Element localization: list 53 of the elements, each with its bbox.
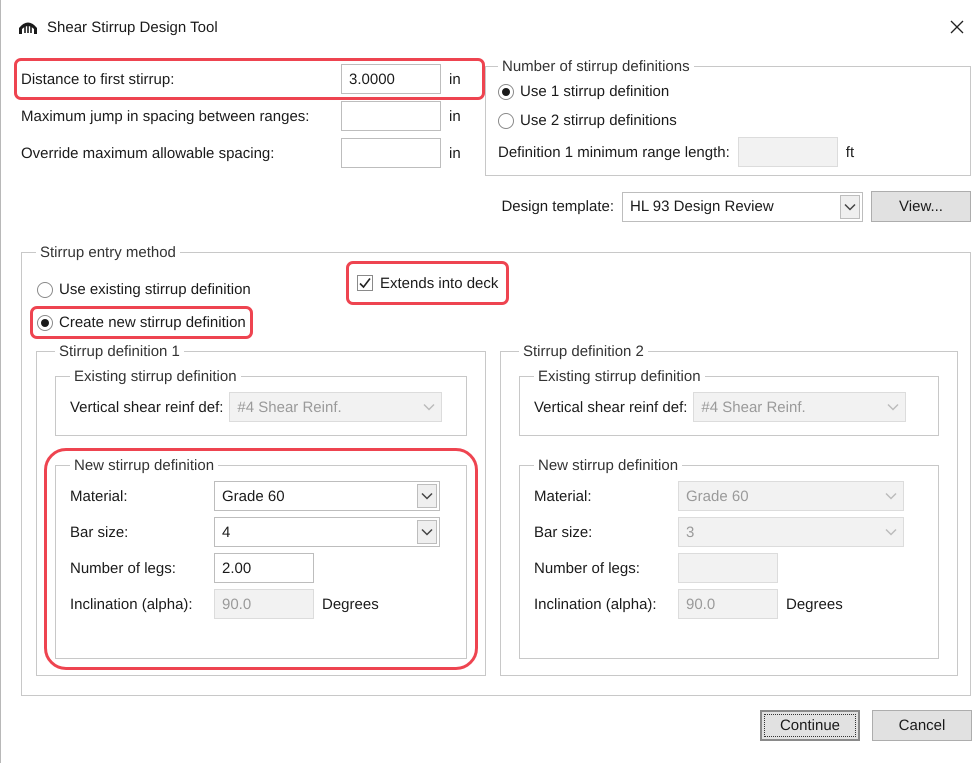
dropdown[interactable]: Grade 60 [214,481,440,511]
field-label: Distance to first stirrup: [21,70,176,88]
radio-button[interactable]: Use 2 stirrup definitions [498,106,958,135]
checkbox[interactable]: Extends into deck [357,268,498,298]
window-title: Shear Stirrup Design Tool [47,18,218,36]
field-label: Vertical shear reinf def: [534,398,688,416]
field-label: Material: [534,488,593,504]
group-title: Stirrup definition 2 [522,343,645,360]
radio-button[interactable]: Create new stirrup definition [37,309,246,336]
caret-icon [423,403,436,411]
group-title: Stirrup definition 1 [58,343,181,360]
input-field[interactable]: 2.00 [214,553,314,583]
unit-label: in [449,144,462,162]
field-label: Definition 1 minimum range length: [498,144,730,160]
caret-icon [885,528,897,536]
dialog-button[interactable]: Cancel [872,710,972,741]
radio-button[interactable]: Use 1 stirrup definition [498,77,958,106]
input-field[interactable] [341,101,441,131]
input-field[interactable]: 3.0000 [341,64,441,94]
caret-icon [887,403,900,411]
view-button[interactable]: View... [871,191,971,222]
field-label: Inclination (alpha): [534,596,658,612]
group-title: Existing stirrup definition [73,368,238,385]
input-field[interactable] [341,138,441,168]
group-title: Stirrup entry method [39,244,177,261]
group-title: Number of stirrup definitions [501,58,691,75]
unit-label: in [449,70,462,88]
field-label: Override maximum allowable spacing: [21,144,276,162]
dropdown[interactable]: 4 [214,517,440,547]
close-icon[interactable] [950,20,964,34]
field-label: Vertical shear reinf def: [70,398,224,416]
field-label: Material: [70,488,129,504]
unit-label: Degrees [322,596,379,612]
caret-icon [421,528,433,536]
group-title: New stirrup definition [537,457,680,474]
group-title: Existing stirrup definition [537,368,702,385]
caret-icon [844,202,856,210]
dialog-button[interactable]: Continue [760,710,860,741]
field-label: Maximum jump in spacing between ranges: [21,108,310,124]
field-label: Number of legs: [70,560,177,576]
unit-label: in [449,108,462,124]
field-label: Design template: [501,198,614,215]
field-label: Number of legs: [534,560,641,576]
radio-button[interactable]: Use existing stirrup definition [37,276,251,303]
field-label: Inclination (alpha): [70,596,194,612]
group-title: New stirrup definition [73,457,216,474]
dropdown[interactable]: HL 93 Design Review [622,192,863,222]
unit-label: Degrees [786,596,843,612]
field-label: Bar size: [534,524,594,540]
unit-label: ft [846,144,854,160]
field-label: Bar size: [70,524,130,540]
caret-icon [885,492,897,500]
caret-icon [421,492,433,500]
